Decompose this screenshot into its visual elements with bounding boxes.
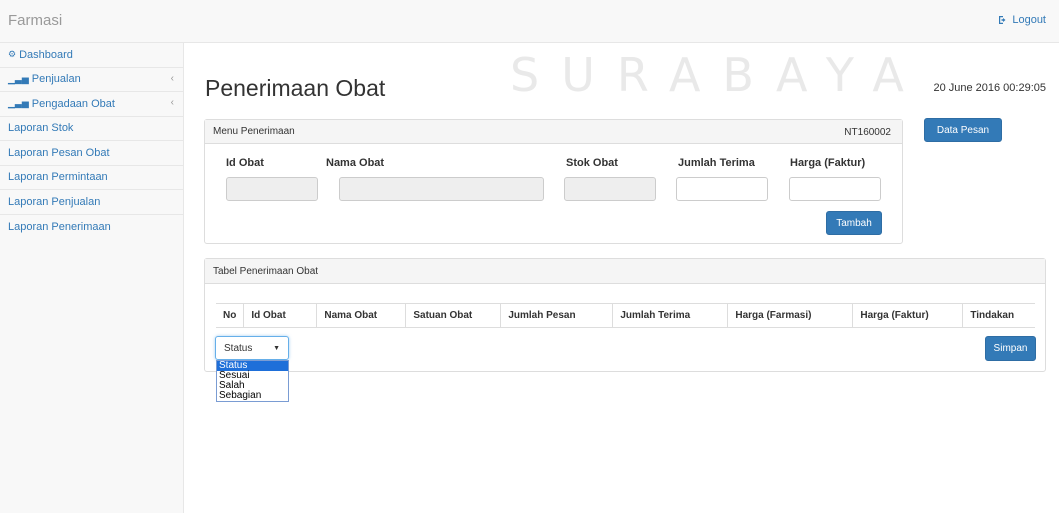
page-datetime: 20 June 2016 00:29:05 — [933, 82, 1046, 94]
sidebar-item-pengadaan-obat[interactable]: ▁▃▅ Pengadaan Obat ‹ — [0, 92, 183, 117]
panel-heading: Menu Penerimaan NT160002 — [205, 120, 902, 144]
jumlah-terima-label: Jumlah Terima — [678, 157, 755, 169]
table-header-row: No Id Obat Nama Obat Satuan Obat Jumlah … — [216, 303, 1035, 328]
sidebar-item-label: Laporan Permintaan — [8, 171, 108, 184]
sidebar-item-label: Laporan Penerimaan — [8, 220, 111, 233]
bar-chart-icon: ▁▃▅ — [8, 98, 29, 109]
transaction-code: NT160002 — [844, 127, 891, 138]
sidebar-item-label: Dashboard — [19, 48, 73, 61]
harga-faktur-label: Harga (Faktur) — [790, 157, 866, 169]
harga-faktur-field[interactable] — [789, 177, 881, 201]
column-header: Harga (Farmasi) — [727, 303, 853, 328]
jumlah-terima-field[interactable] — [676, 177, 768, 201]
status-dropdown-list: Status Sesuai Salah Sebagian — [216, 360, 289, 402]
id-obat-label: Id Obat — [226, 157, 264, 169]
sidebar-item-laporan-stok[interactable]: Laporan Stok — [0, 117, 183, 141]
status-select-value: Status — [224, 342, 253, 354]
top-navbar: Farmasi Logout — [0, 0, 1059, 43]
logout-label: Logout — [1012, 14, 1046, 26]
column-header: No — [216, 303, 244, 328]
sidebar-item-laporan-penerimaan[interactable]: Laporan Penerimaan — [0, 215, 183, 240]
sidebar-item-penjualan[interactable]: ▁▃▅ Penjualan ‹ — [0, 68, 183, 92]
id-obat-field — [226, 177, 318, 201]
logout-link[interactable]: Logout — [998, 14, 1046, 26]
column-header: Id Obat — [243, 303, 317, 328]
sidebar: ⚙ Dashboard ▁▃▅ Penjualan ‹ ▁▃▅ Pengadaa… — [0, 43, 184, 513]
stok-obat-field — [564, 177, 656, 201]
caret-down-icon: ▼ — [273, 344, 280, 352]
column-header: Nama Obat — [316, 303, 406, 328]
sidebar-item-label: Laporan Stok — [8, 122, 74, 135]
watermark-text: SURABAYA — [510, 48, 926, 102]
column-header: Satuan Obat — [405, 303, 501, 328]
stok-obat-label: Stok Obat — [566, 157, 618, 169]
sidebar-item-laporan-penjualan[interactable]: Laporan Penjualan — [0, 190, 183, 215]
status-select[interactable]: Status ▼ — [215, 336, 289, 360]
simpan-button[interactable]: Simpan — [985, 336, 1036, 361]
menu-penerimaan-panel: Menu Penerimaan NT160002 Id Obat Nama Ob… — [204, 119, 903, 244]
nama-obat-field — [339, 177, 544, 201]
data-pesan-button[interactable]: Data Pesan — [924, 118, 1002, 142]
column-header: Jumlah Terima — [612, 303, 728, 328]
sidebar-item-laporan-permintaan[interactable]: Laporan Permintaan — [0, 166, 183, 190]
page-title: Penerimaan Obat — [205, 75, 386, 101]
bar-chart-icon: ▁▃▅ — [8, 73, 29, 84]
nama-obat-label: Nama Obat — [326, 157, 385, 169]
panel-title: Menu Penerimaan — [213, 126, 295, 137]
tabel-penerimaan-panel: Tabel Penerimaan Obat No Id Obat Nama Ob… — [204, 258, 1046, 372]
chevron-left-icon: ‹ — [170, 72, 174, 84]
chevron-left-icon: ‹ — [170, 97, 174, 108]
column-header: Tindakan — [962, 303, 1035, 328]
tambah-button[interactable]: Tambah — [826, 211, 882, 235]
panel-title: Tabel Penerimaan Obat — [213, 265, 319, 277]
sidebar-item-dashboard[interactable]: ⚙ Dashboard — [0, 43, 183, 68]
panel-heading: Tabel Penerimaan Obat — [205, 259, 1045, 284]
sidebar-item-laporan-pesan-obat[interactable]: Laporan Pesan Obat — [0, 141, 183, 166]
column-header: Jumlah Pesan — [500, 303, 613, 328]
dropdown-option[interactable]: Sebagian — [217, 391, 288, 401]
column-header: Harga (Faktur) — [852, 303, 963, 328]
penerimaan-table: No Id Obat Nama Obat Satuan Obat Jumlah … — [216, 303, 1035, 328]
sidebar-item-label: Pengadaan Obat — [31, 97, 115, 110]
logout-icon — [999, 16, 1006, 24]
dashboard-icon: ⚙ — [8, 49, 17, 60]
brand-title[interactable]: Farmasi — [8, 12, 62, 29]
sidebar-item-label: Penjualan — [31, 73, 81, 86]
sidebar-item-label: Laporan Penjualan — [8, 195, 101, 208]
sidebar-item-label: Laporan Pesan Obat — [8, 146, 110, 159]
